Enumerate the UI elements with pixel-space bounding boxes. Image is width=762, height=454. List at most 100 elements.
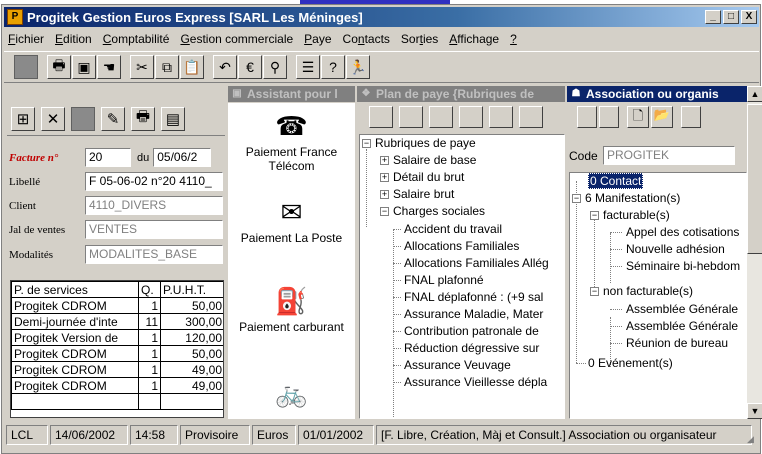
- tree-leaf[interactable]: Assemblée Générale: [626, 318, 738, 334]
- table-row[interactable]: Progitek CDROM 1 50,00: [11, 297, 223, 314]
- tree-leaf[interactable]: Allocations Familiales: [404, 238, 519, 254]
- assistant-item[interactable]: 🚲: [228, 378, 355, 412]
- tree-leaf[interactable]: FNAL plafonné: [404, 272, 484, 288]
- save-icon[interactable]: ▣: [72, 55, 96, 79]
- collapse-icon[interactable]: −: [590, 287, 599, 297]
- grid-icon[interactable]: ⊞: [11, 106, 35, 131]
- table-cell[interactable]: 49,00: [160, 377, 223, 394]
- tree-node-non-facturable[interactable]: − non facturable(s): [590, 283, 693, 299]
- journal-field[interactable]: VENTES: [85, 220, 223, 239]
- assistant-item[interactable]: ✉ Paiement La Poste: [228, 197, 355, 246]
- table-cell[interactable]: 1: [138, 329, 161, 346]
- tree-node-contact[interactable]: 0 Contact: [588, 173, 644, 189]
- date-field[interactable]: 05/06/2: [153, 148, 212, 167]
- tree-leaf[interactable]: Assurance Maladie, Mater: [404, 306, 543, 322]
- tree-node[interactable]: − Charges sociales: [380, 203, 485, 219]
- undo-icon[interactable]: ↶: [213, 55, 237, 79]
- column-header[interactable]: P. de services: [11, 281, 139, 298]
- table-cell[interactable]: Progitek Version de: [11, 329, 139, 346]
- libelle-field[interactable]: F 05-06-02 n°20 4110_: [85, 172, 223, 191]
- blank-icon[interactable]: [599, 106, 619, 128]
- tree-leaf[interactable]: Assemblée Générale: [626, 301, 738, 317]
- table-cell[interactable]: 11: [138, 313, 161, 330]
- menu-fichier[interactable]: Fichier: [8, 32, 44, 46]
- blank-icon[interactable]: [429, 106, 453, 128]
- table-row[interactable]: [11, 393, 223, 410]
- properties-icon[interactable]: ☰: [296, 55, 320, 79]
- table-row[interactable]: Progitek CDROM 1 49,00: [11, 377, 223, 394]
- payroll-plan-title-bar[interactable]: ❖ Plan de paye {Rubriques de: [357, 86, 565, 102]
- edit-icon[interactable]: ✎: [101, 106, 125, 131]
- tree-leaf[interactable]: Réduction dégressive sur: [404, 340, 539, 356]
- tree-leaf[interactable]: Réunion de bureau: [626, 335, 728, 351]
- menu-sorties[interactable]: Sorties: [401, 32, 438, 46]
- expand-icon[interactable]: +: [380, 190, 389, 200]
- table-cell[interactable]: 1: [138, 297, 161, 314]
- tree-node-facturable[interactable]: − facturable(s): [590, 207, 670, 223]
- table-cell[interactable]: 300,00: [160, 313, 223, 330]
- printer-icon[interactable]: 🖶: [47, 55, 71, 79]
- hand-icon[interactable]: ☚: [97, 55, 121, 79]
- printer-icon[interactable]: 🖶: [131, 106, 155, 131]
- table-row[interactable]: Progitek CDROM 1 50,00: [11, 345, 223, 362]
- search-icon[interactable]: ⚲: [263, 55, 287, 79]
- assistant-title-bar[interactable]: ▣ Assistant pour l: [228, 86, 355, 102]
- code-field[interactable]: PROGITEK: [603, 146, 735, 165]
- facture-number-field[interactable]: 20: [85, 148, 131, 167]
- menu-affichage[interactable]: Affichage: [449, 32, 499, 46]
- blank-icon[interactable]: [489, 106, 513, 128]
- vertical-scrollbar[interactable]: ▲ ▼: [747, 86, 762, 419]
- blank-icon[interactable]: [519, 106, 543, 128]
- scroll-down-icon[interactable]: ▼: [747, 403, 762, 419]
- assistant-item[interactable]: ☎ Paiement France Télécom: [228, 111, 355, 174]
- blank-icon[interactable]: [14, 55, 38, 79]
- column-header[interactable]: P.U.H.T.: [160, 281, 223, 298]
- cut-icon[interactable]: ✂: [130, 55, 154, 79]
- expand-icon[interactable]: +: [380, 156, 389, 166]
- table-row[interactable]: Progitek CDROM 1 49,00: [11, 361, 223, 378]
- blank-icon[interactable]: [71, 106, 95, 131]
- menu-paye[interactable]: Paye: [304, 32, 331, 46]
- table-cell[interactable]: 120,00: [160, 329, 223, 346]
- collapse-icon[interactable]: −: [572, 194, 581, 204]
- copy-icon[interactable]: ⧉: [155, 55, 179, 79]
- modalites-field[interactable]: MODALITES_BASE: [85, 245, 223, 264]
- column-header[interactable]: Q.: [138, 281, 161, 298]
- tree-leaf[interactable]: Contribution patronale de: [404, 323, 539, 339]
- tree-node[interactable]: + Salaire de base: [380, 152, 476, 168]
- scroll-up-icon[interactable]: ▲: [747, 86, 762, 102]
- menu-edition[interactable]: Edition: [55, 32, 92, 46]
- tree-node-manifestation[interactable]: −6 Manifestation(s): [572, 190, 680, 206]
- table-row[interactable]: Demi-journée d'inte 11 300,00: [11, 313, 223, 330]
- document-icon[interactable]: ▤: [161, 106, 185, 131]
- exit-icon[interactable]: 🏃: [346, 55, 370, 79]
- euro-icon[interactable]: €: [238, 55, 262, 79]
- tree-node[interactable]: + Détail du brut: [380, 169, 464, 185]
- new-document-icon[interactable]: [369, 106, 393, 128]
- table-row[interactable]: Progitek Version de 1 120,00: [11, 329, 223, 346]
- blank-icon[interactable]: [459, 106, 483, 128]
- scroll-thumb[interactable]: [747, 104, 762, 254]
- minimize-button[interactable]: _: [705, 10, 721, 24]
- open-folder-icon[interactable]: 📂: [651, 106, 673, 128]
- tree-node[interactable]: + Salaire brut: [380, 186, 454, 202]
- menu-gestion-commerciale[interactable]: Gestion commerciale: [180, 32, 293, 46]
- maximize-button[interactable]: □: [723, 10, 739, 24]
- paste-icon[interactable]: 📋: [180, 55, 204, 79]
- collapse-icon[interactable]: −: [380, 207, 389, 217]
- tree-leaf[interactable]: Assurance Vieillesse dépla: [404, 374, 547, 390]
- table-cell[interactable]: Progitek CDROM: [11, 377, 139, 394]
- table-cell[interactable]: 1: [138, 345, 161, 362]
- table-cell[interactable]: Progitek CDROM: [11, 297, 139, 314]
- association-title-bar[interactable]: ☗ Association ou organis: [567, 86, 747, 102]
- tree-node-root[interactable]: − Rubriques de paye: [362, 135, 476, 151]
- tree-leaf[interactable]: Nouvelle adhésion: [626, 241, 725, 257]
- table-cell[interactable]: Progitek CDROM: [11, 361, 139, 378]
- menu-comptabilite[interactable]: Comptabilité: [103, 32, 170, 46]
- resize-grip-icon[interactable]: ◢: [747, 434, 759, 446]
- client-field[interactable]: 4110_DIVERS: [85, 196, 223, 215]
- help-icon[interactable]: ?: [321, 55, 345, 79]
- tree-leaf[interactable]: Accident du travail: [404, 221, 502, 237]
- tree-leaf[interactable]: Allocations Familiales Allég: [404, 255, 549, 271]
- new-document-icon[interactable]: 🗋: [627, 106, 649, 128]
